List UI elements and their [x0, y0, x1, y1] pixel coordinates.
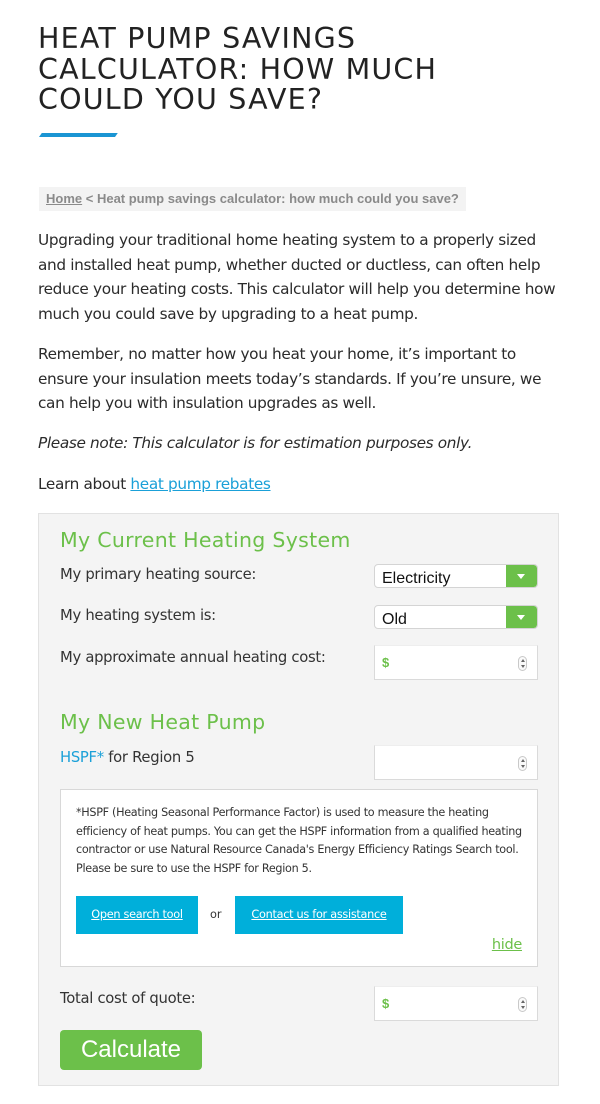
intro-paragraph: Upgrading your traditional home heating …: [38, 231, 556, 323]
quote-cost-input[interactable]: $: [374, 986, 538, 1021]
new-heat-pump-heading: My New Heat Pump: [60, 710, 266, 734]
system-age-label: My heating system is:: [60, 607, 216, 624]
annual-cost-label: My approximate annual heating cost:: [60, 649, 326, 666]
current-system-heading: My Current Heating System: [60, 528, 351, 552]
number-spinner-icon[interactable]: [518, 756, 527, 771]
breadcrumb-current: Heat pump savings calculator: how much c…: [96, 191, 459, 206]
hspf-info-link[interactable]: HSPF*: [60, 749, 104, 766]
chevron-down-icon[interactable]: [506, 606, 537, 628]
heating-source-select[interactable]: Electricity: [374, 564, 538, 588]
hspf-input[interactable]: [374, 745, 538, 780]
learn-about-line: Learn about heat pump rebates: [38, 472, 563, 497]
heat-pump-rebates-link[interactable]: heat pump rebates: [130, 475, 270, 493]
hspf-label-suffix: for Region 5: [103, 749, 195, 766]
hspf-info-box: *HSPF (Heating Seasonal Performance Fact…: [60, 789, 538, 967]
or-separator: or: [210, 908, 222, 921]
heating-source-label: My primary heating source:: [60, 566, 257, 583]
calculate-button[interactable]: Calculate: [60, 1030, 202, 1070]
page-title: HEAT PUMP SAVINGS CALCULATOR: HOW MUCH C…: [38, 22, 438, 116]
number-spinner-icon[interactable]: [518, 656, 527, 671]
calculator-panel: My Current Heating System My primary hea…: [38, 513, 559, 1086]
chevron-down-icon[interactable]: [506, 565, 537, 587]
dollar-icon: $: [382, 996, 390, 1011]
annual-cost-input[interactable]: $: [374, 645, 538, 680]
number-spinner-icon[interactable]: [518, 997, 527, 1012]
title-underline: [39, 133, 118, 137]
breadcrumb-home-link[interactable]: Home: [46, 191, 82, 206]
open-search-tool-button[interactable]: Open search tool: [76, 896, 198, 934]
estimation-note: Please note: This calculator is for esti…: [38, 434, 473, 452]
system-age-value: Old: [382, 611, 407, 628]
dollar-icon: $: [382, 655, 390, 670]
contact-us-button[interactable]: Contact us for assistance: [235, 896, 403, 934]
learn-about-prefix: Learn about: [38, 475, 131, 493]
breadcrumb-separator: <: [82, 191, 97, 206]
insulation-paragraph: Remember, no matter how you heat your ho…: [38, 345, 542, 412]
hspf-info-text: *HSPF (Heating Seasonal Performance Fact…: [76, 806, 522, 875]
hspf-label: HSPF* for Region 5: [60, 749, 195, 766]
hide-info-link[interactable]: hide: [492, 937, 522, 953]
breadcrumb: Home < Heat pump savings calculator: how…: [39, 187, 466, 211]
heating-source-value: Electricity: [382, 570, 451, 587]
quote-cost-label: Total cost of quote:: [60, 990, 196, 1007]
system-age-select[interactable]: Old: [374, 605, 538, 629]
